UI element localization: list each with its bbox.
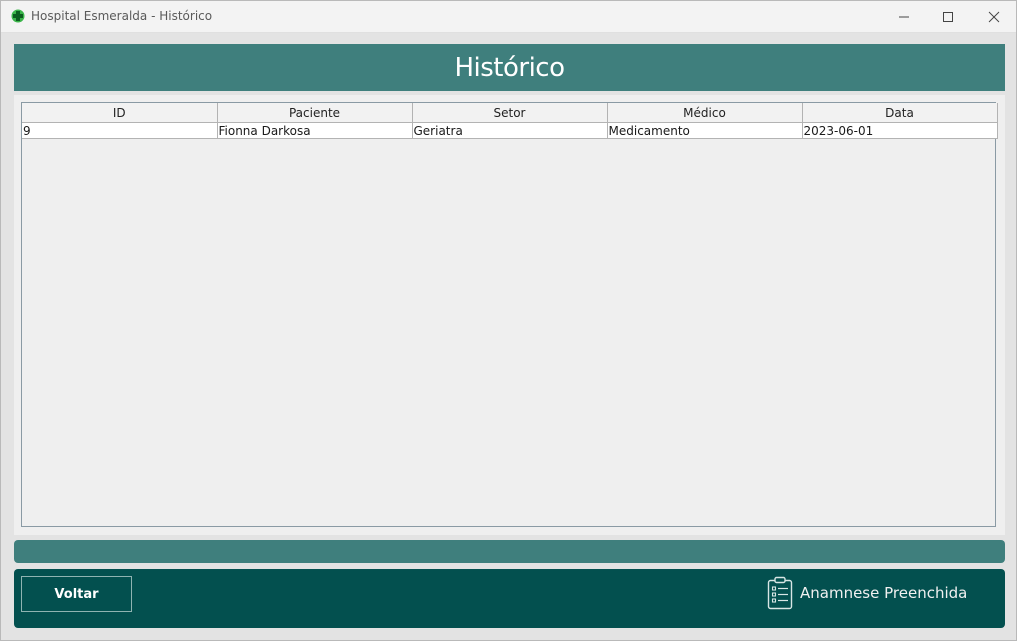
cell-id[interactable]: 9 — [22, 122, 218, 139]
cell-medico[interactable]: Medicamento — [607, 122, 803, 139]
app-logo-icon — [11, 9, 25, 23]
page-header: Histórico — [14, 44, 1005, 91]
column-header-setor[interactable]: Setor — [412, 103, 608, 123]
cell-paciente[interactable]: Fionna Darkosa — [217, 122, 413, 139]
cell-data[interactable]: 2023-06-01 — [802, 122, 998, 139]
history-table-container[interactable]: ID Paciente Setor Médico Data 9 Fionna D… — [21, 102, 998, 527]
column-header-id[interactable]: ID — [22, 103, 218, 123]
maximize-icon — [943, 11, 953, 22]
status-bar — [14, 540, 1005, 563]
maximize-button[interactable] — [925, 1, 971, 32]
back-button[interactable]: Voltar — [21, 576, 132, 612]
cell-setor[interactable]: Geriatra — [412, 122, 608, 139]
minimize-icon — [899, 16, 909, 17]
close-button[interactable] — [971, 1, 1017, 32]
window-title: Hospital Esmeralda - Histórico — [31, 9, 213, 23]
history-table: ID Paciente Setor Médico Data 9 Fionna D… — [22, 103, 998, 139]
column-header-medico[interactable]: Médico — [607, 103, 803, 123]
clipboard-checklist-icon — [767, 576, 793, 610]
table-panel: ID Paciente Setor Médico Data 9 Fionna D… — [14, 95, 1005, 535]
anamnese-button[interactable]: Anamnese Preenchida — [766, 576, 967, 610]
close-icon — [988, 11, 1000, 22]
app-window: Hospital Esmeralda - Histórico Histórico — [0, 0, 1017, 641]
table-header-row: ID Paciente Setor Médico Data — [22, 103, 998, 123]
title-bar[interactable]: Hospital Esmeralda - Histórico — [1, 1, 1016, 33]
table-row[interactable]: 9 Fionna Darkosa Geriatra Medicamento 20… — [22, 122, 998, 139]
column-header-data[interactable]: Data — [802, 103, 998, 123]
minimize-button[interactable] — [881, 1, 927, 32]
column-header-paciente[interactable]: Paciente — [217, 103, 413, 123]
footer-bar: Voltar Anamnese Preenchida — [14, 569, 1005, 628]
page-title: Histórico — [454, 52, 565, 83]
anamnese-label: Anamnese Preenchida — [800, 584, 968, 602]
